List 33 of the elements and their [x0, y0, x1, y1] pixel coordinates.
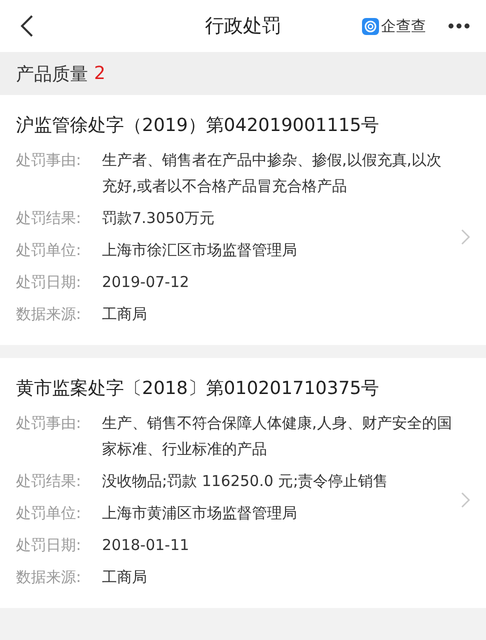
- field-label: 数据来源:: [16, 304, 82, 325]
- record-title: 黄市监案处字〔2018〕第010201710375号: [16, 377, 380, 400]
- field-label: 处罚单位:: [16, 503, 82, 524]
- record-title: 沪监管徐处字（2019）第042019001115号: [16, 114, 380, 137]
- chevron-right-icon: [461, 492, 470, 508]
- record-card[interactable]: 沪监管徐处字（2019）第042019001115号 处罚事由: 生产者、销售者在产品中掺杂、掺假,以假充真,以次充好,或者以不合格产品冒充合格产品 处罚结果: 罚款7.3050万元 处罚单位: 上海市徐汇区市场监督管理局 处罚日期: 2019-07-12 数据来源: 工商局: [0, 95, 486, 345]
- field-value: 上海市徐汇区市场监督管理局: [102, 240, 298, 261]
- field-value: 没收物品;罚款 116250.0 元;责令停止销售: [102, 471, 390, 492]
- section-count: 2: [94, 63, 106, 84]
- field-value: 2019-07-12: [102, 272, 190, 293]
- page-title: 行政处罚: [204, 14, 282, 39]
- field-value: 生产、销售不符合保障人体健康,人身、财产安全的国家标准、行业标准的产品: [102, 413, 453, 460]
- field-label: 处罚单位:: [16, 240, 82, 261]
- field-label: 处罚结果:: [16, 208, 82, 229]
- field-value: 生产者、销售者在产品中掺杂、掺假,以假充真,以次充好,或者以不合格产品冒充合格产品: [102, 150, 443, 197]
- field-label: 处罚日期:: [16, 535, 82, 556]
- field-label: 处罚事由:: [16, 150, 82, 171]
- field-value: 工商局: [102, 304, 148, 325]
- more-icon[interactable]: [448, 23, 470, 29]
- record-card[interactable]: 黄市监案处字〔2018〕第010201710375号 处罚事由: 生产、销售不符合保障人体健康,人身、财产安全的国家标准、行业标准的产品 处罚结果: 没收物品;罚款 116250.0 元;责令停止销售 处罚单位: 上海市黄浦区市场监督管理局 处罚日期: 2018-01-11 数据来源: 工商局: [0, 358, 486, 608]
- field-value: 工商局: [102, 567, 148, 588]
- chevron-right-icon: [461, 229, 470, 245]
- field-value: 罚款7.3050万元: [102, 208, 216, 229]
- field-label: 处罚日期:: [16, 272, 82, 293]
- field-value: 2018-01-11: [102, 535, 190, 556]
- brand-name: 企查查: [381, 16, 426, 36]
- brand-logo-icon: [362, 18, 379, 34]
- field-label: 处罚事由:: [16, 413, 82, 434]
- field-label: 处罚结果:: [16, 471, 82, 492]
- back-icon[interactable]: [20, 14, 34, 38]
- field-label: 数据来源:: [16, 567, 82, 588]
- field-value: 上海市黄浦区市场监督管理局: [102, 503, 298, 524]
- section-title: 产品质量: [16, 62, 88, 86]
